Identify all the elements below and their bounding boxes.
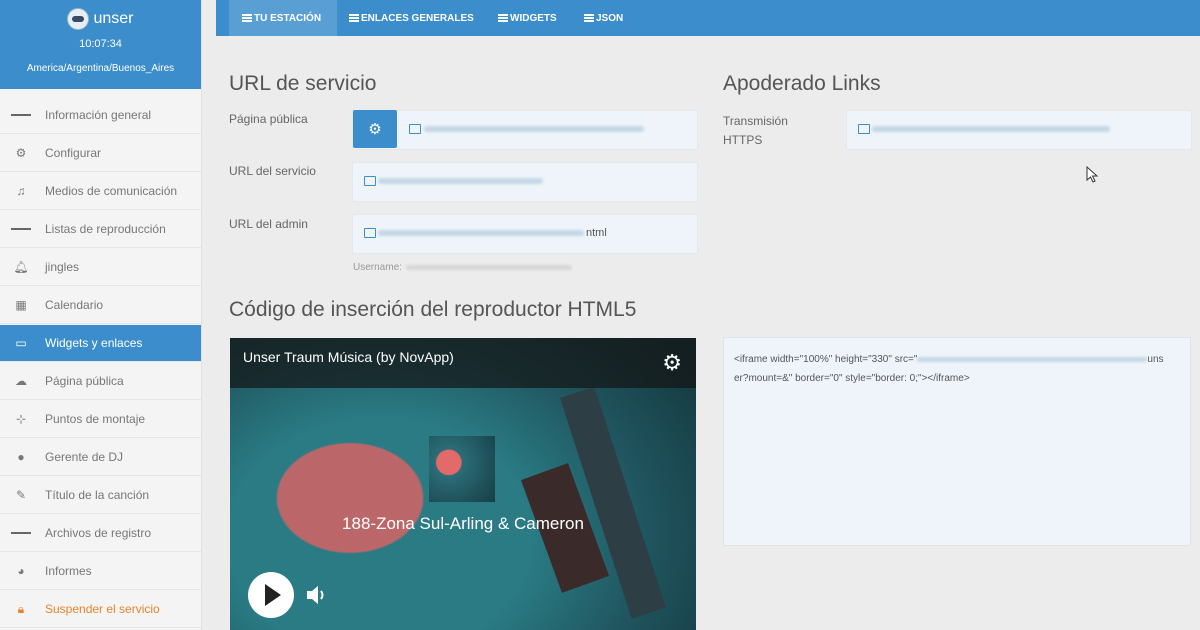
menu-icon xyxy=(11,112,32,118)
https-stream-label: Transmisión HTTPS xyxy=(723,112,788,150)
service-url-label: URL del servicio xyxy=(229,164,316,178)
tab-label: WIDGETS xyxy=(510,12,557,24)
external-link-icon[interactable] xyxy=(409,124,421,134)
admin-url-label: URL del admin xyxy=(229,217,308,231)
sidebar-item-configure[interactable]: ⚙ Configurar xyxy=(0,135,201,172)
embed-code-textarea[interactable]: <iframe width="100%" height="330" src=" u… xyxy=(723,337,1191,546)
timezone: America/Argentina/Buenos_Aires xyxy=(26,63,175,74)
proxy-links-title: Apoderado Links xyxy=(723,72,881,95)
sidebar-item-label: Archivos de registro xyxy=(45,526,152,540)
external-link-icon[interactable] xyxy=(364,176,376,186)
sidebar: unser 10:07:34 America/Argentina/Buenos_… xyxy=(0,0,202,630)
sidebar-item-reports[interactable]: ◕ Informes xyxy=(0,553,201,590)
list-icon xyxy=(498,13,508,23)
brand-name: unser xyxy=(93,10,134,27)
https-label-line1: Transmisión xyxy=(723,114,788,128)
sidebar-item-label: Suspender el servicio xyxy=(45,602,160,616)
https-label-line2: HTTPS xyxy=(723,133,763,147)
tab-label: JSON xyxy=(596,12,624,24)
clock: 10:07:34 xyxy=(79,38,122,50)
sidebar-item-overview[interactable]: Información general xyxy=(0,97,201,134)
mouse-cursor-icon xyxy=(1086,166,1099,183)
redacted-url xyxy=(872,126,1110,132)
sidebar-item-label: Título de la canción xyxy=(45,488,150,502)
tab-your-station[interactable]: TU ESTACIÓN xyxy=(229,0,337,36)
redacted-username xyxy=(406,265,572,270)
sidebar-item-label: Gerente de DJ xyxy=(45,450,124,464)
redacted-url xyxy=(378,178,543,184)
username-label: Username: xyxy=(353,262,402,273)
gears-icon: ⚙ xyxy=(15,146,27,160)
sidebar-item-label: Medios de comunicación xyxy=(45,184,178,198)
play-button[interactable] xyxy=(248,572,294,618)
sidebar-item-label: Calendario xyxy=(45,298,104,312)
sidebar-item-public-page[interactable]: ☁ Página pública xyxy=(0,363,201,400)
sidebar-item-label: jingles xyxy=(45,260,80,274)
sidebar-nav: Información general ⚙ Configurar ♫ Medio… xyxy=(0,97,201,629)
sidebar-item-label: Puntos de montaje xyxy=(45,412,146,426)
bell-icon: 🔔︎ xyxy=(13,260,29,274)
service-url-title: URL de servicio xyxy=(229,72,377,95)
sidebar-item-label: Listas de reproducción xyxy=(45,222,166,236)
cloud-icon: ☁ xyxy=(15,374,27,388)
gears-icon: ⚙ xyxy=(368,121,382,138)
sidebar-item-song-title[interactable]: ✎ Título de la canción xyxy=(0,477,201,514)
list-icon xyxy=(349,13,359,23)
tab-json[interactable]: JSON xyxy=(584,0,623,36)
tab-bar: TU ESTACIÓN ENLACES GENERALES WIDGETS JS… xyxy=(216,0,1200,36)
user-icon: ● xyxy=(17,450,25,464)
redacted-url xyxy=(424,126,644,132)
external-link-icon[interactable] xyxy=(364,228,376,238)
calendar-icon: ▦ xyxy=(15,298,27,312)
sidebar-item-playlists[interactable]: Listas de reproducción xyxy=(0,211,201,248)
sidebar-item-label: Informes xyxy=(45,564,92,578)
public-page-settings-button[interactable]: ⚙ xyxy=(353,110,397,148)
embed-code-part3: er?mount=&" border="0" style="border: 0;… xyxy=(734,373,970,384)
sidebar-item-widgets[interactable]: ▭ Widgets y enlaces xyxy=(0,325,201,362)
brand-header: unser 10:07:34 America/Argentina/Buenos_… xyxy=(0,0,201,89)
player-title: Unser Traum Música (by NovApp) xyxy=(243,349,454,365)
list-icon xyxy=(11,226,32,232)
embed-code-part2: uns xyxy=(1147,354,1164,365)
redacted-url xyxy=(378,230,584,236)
sidebar-item-jingles[interactable]: 🔔︎ jingles xyxy=(0,249,201,286)
now-playing-song: 188-Zona Sul-Arling & Cameron xyxy=(342,514,584,533)
tab-general-links[interactable]: ENLACES GENERALES xyxy=(349,0,474,36)
redacted-url xyxy=(917,356,1148,362)
music-icon: ♫ xyxy=(16,184,26,198)
sidebar-item-label: Página pública xyxy=(45,374,124,388)
sidebar-item-dj-manager[interactable]: ● Gerente de DJ xyxy=(0,439,201,476)
brand-logo-icon xyxy=(67,8,90,30)
volume-icon[interactable] xyxy=(305,584,329,606)
embed-code-text: <iframe width="100%" height="330" src=" u… xyxy=(734,350,1178,388)
sidebar-item-media[interactable]: ♫ Medios de comunicación xyxy=(0,173,201,210)
album-art xyxy=(429,436,495,502)
embed-code-part1: <iframe width="100%" height="330" src=" xyxy=(734,354,918,365)
html5-player: Unser Traum Música (by NovApp) ⚙ 188-Zon… xyxy=(230,338,696,630)
gears-icon[interactable]: ⚙ xyxy=(662,350,682,376)
sidebar-item-label: Información general xyxy=(45,108,152,122)
edit-icon: ✎ xyxy=(15,488,27,502)
sitemap-icon: ⊹ xyxy=(15,412,27,426)
sidebar-item-logs[interactable]: Archivos de registro xyxy=(0,515,201,552)
sidebar-item-label: Widgets y enlaces xyxy=(45,336,143,350)
sidebar-item-label: Configurar xyxy=(45,146,102,160)
pie-chart-icon: ◕ xyxy=(17,564,25,578)
list-icon xyxy=(242,13,252,23)
tab-label: TU ESTACIÓN xyxy=(254,12,322,24)
admin-url-suffix: ntml xyxy=(586,227,607,239)
sidebar-item-calendar[interactable]: ▦ Calendario xyxy=(0,287,201,324)
external-link-icon[interactable] xyxy=(858,124,870,134)
sidebar-item-mount-points[interactable]: ⊹ Puntos de montaje xyxy=(0,401,201,438)
tab-label: ENLACES GENERALES xyxy=(361,12,474,24)
tab-widgets[interactable]: WIDGETS xyxy=(498,0,557,36)
lock-icon: 🔒︎ xyxy=(17,601,25,616)
list-icon xyxy=(584,13,594,23)
sidebar-item-suspend[interactable]: 🔒︎ Suspender el servicio xyxy=(0,591,201,628)
monitor-icon: ▭ xyxy=(15,336,27,350)
public-page-label: Página pública xyxy=(229,112,308,126)
embed-code-title: Código de inserción del reproductor HTML… xyxy=(229,298,637,321)
list-icon xyxy=(11,530,32,536)
